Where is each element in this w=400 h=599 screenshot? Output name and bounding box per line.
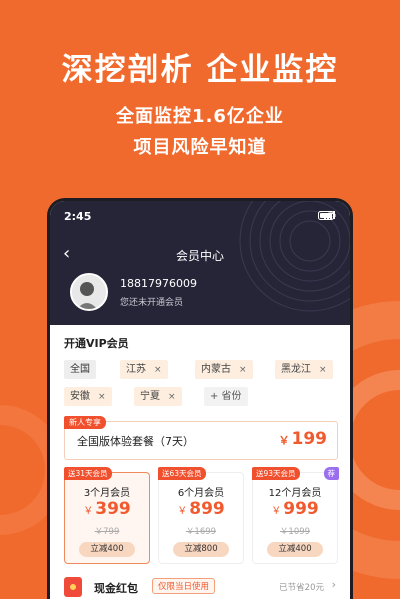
- plan-original-price: ￥1699: [185, 527, 217, 537]
- plan-price: ￥ 899: [177, 499, 225, 519]
- plan-price: ￥ 999: [271, 499, 319, 519]
- remove-icon[interactable]: ×: [154, 365, 162, 375]
- plan-name: 3个月会员: [83, 488, 131, 499]
- phone-mockup: 2:45 ‹ 会员中心 18817976009 您还未开通会员 开通VIP会员 …: [47, 198, 353, 599]
- status-time: 2:45: [64, 210, 92, 223]
- plan-discount: 立减400: [79, 542, 135, 557]
- page-title: 会员中心: [175, 249, 224, 263]
- remove-icon[interactable]: ×: [319, 365, 327, 375]
- region-chip-all[interactable]: 全国: [64, 360, 96, 379]
- bonus-badge: 送93天会员: [252, 467, 300, 480]
- remove-icon[interactable]: ×: [239, 365, 247, 375]
- member-header: 2:45 ‹ 会员中心 18817976009 您还未开通会员: [50, 201, 350, 325]
- plan-3-month[interactable]: 送31天会员 3个月会员 ￥ 399 ￥799 立减400: [64, 467, 150, 564]
- status-bar: 2:45: [64, 210, 336, 224]
- battery-icon: [318, 211, 336, 220]
- plan-name: 12个月会员: [268, 488, 322, 499]
- plan-name: 6个月会员: [177, 488, 225, 499]
- region-chip-heilongjiang[interactable]: 黑龙江 ×: [275, 360, 333, 379]
- region-chip-jiangsu[interactable]: 江苏 ×: [120, 360, 168, 379]
- promo-headline: 深挖剖析 企业监控: [61, 52, 339, 88]
- remove-icon[interactable]: ×: [98, 392, 106, 402]
- plan-price: ￥ 399: [83, 499, 131, 519]
- avatar-image: [72, 275, 106, 309]
- remove-icon[interactable]: ×: [168, 392, 176, 402]
- trial-name: 全国版体验套餐（7天）: [77, 435, 194, 448]
- promo-subline-1: 全面监控1.6亿企业: [116, 106, 284, 127]
- red-packet-row[interactable]: 现金红包 仅限当日使用 已节省20元 ›: [64, 576, 338, 599]
- recommend-badge: 荐: [323, 467, 339, 480]
- red-packet-tag: 仅限当日使用: [152, 578, 216, 594]
- plan-12-month[interactable]: 送93天会员 荐 12个月会员 ￥ 999 ￥1099 立减400: [252, 467, 339, 564]
- plan-original-price: ￥1099: [279, 527, 311, 537]
- add-region-button[interactable]: + 省份: [204, 387, 248, 406]
- trial-package[interactable]: 新人专享 全国版体验套餐（7天） ￥ 199: [64, 416, 338, 460]
- vip-status: 您还未开通会员: [120, 298, 184, 308]
- plan-discount: 立减400: [267, 542, 323, 557]
- region-chip-anhui[interactable]: 安徽 ×: [64, 387, 112, 406]
- red-packet-saved: 已节省20元: [279, 583, 324, 593]
- plan-6-month[interactable]: 送63天会员 6个月会员 ￥ 899 ￥1699 立减800: [158, 467, 244, 564]
- red-packet-title: 现金红包: [94, 582, 138, 595]
- bonus-badge: 送31天会员: [64, 467, 112, 480]
- bonus-badge: 送63天会员: [158, 467, 206, 480]
- promo-subline-2: 项目风险早知道: [133, 137, 267, 158]
- chevron-right-icon[interactable]: ›: [332, 578, 336, 591]
- red-packet-icon: [64, 577, 82, 597]
- section-title: 开通VIP会员: [64, 337, 129, 350]
- region-chip-neimenggu[interactable]: 内蒙古 ×: [195, 360, 253, 379]
- user-phone: 18817976009: [120, 277, 197, 290]
- new-user-badge: 新人专享: [64, 416, 106, 429]
- avatar[interactable]: [70, 273, 108, 311]
- plan-original-price: ￥799: [94, 527, 120, 537]
- region-chip-ningxia[interactable]: 宁夏 ×: [134, 387, 182, 406]
- plan-discount: 立减800: [173, 542, 229, 557]
- trial-price: ￥ 199: [278, 429, 328, 449]
